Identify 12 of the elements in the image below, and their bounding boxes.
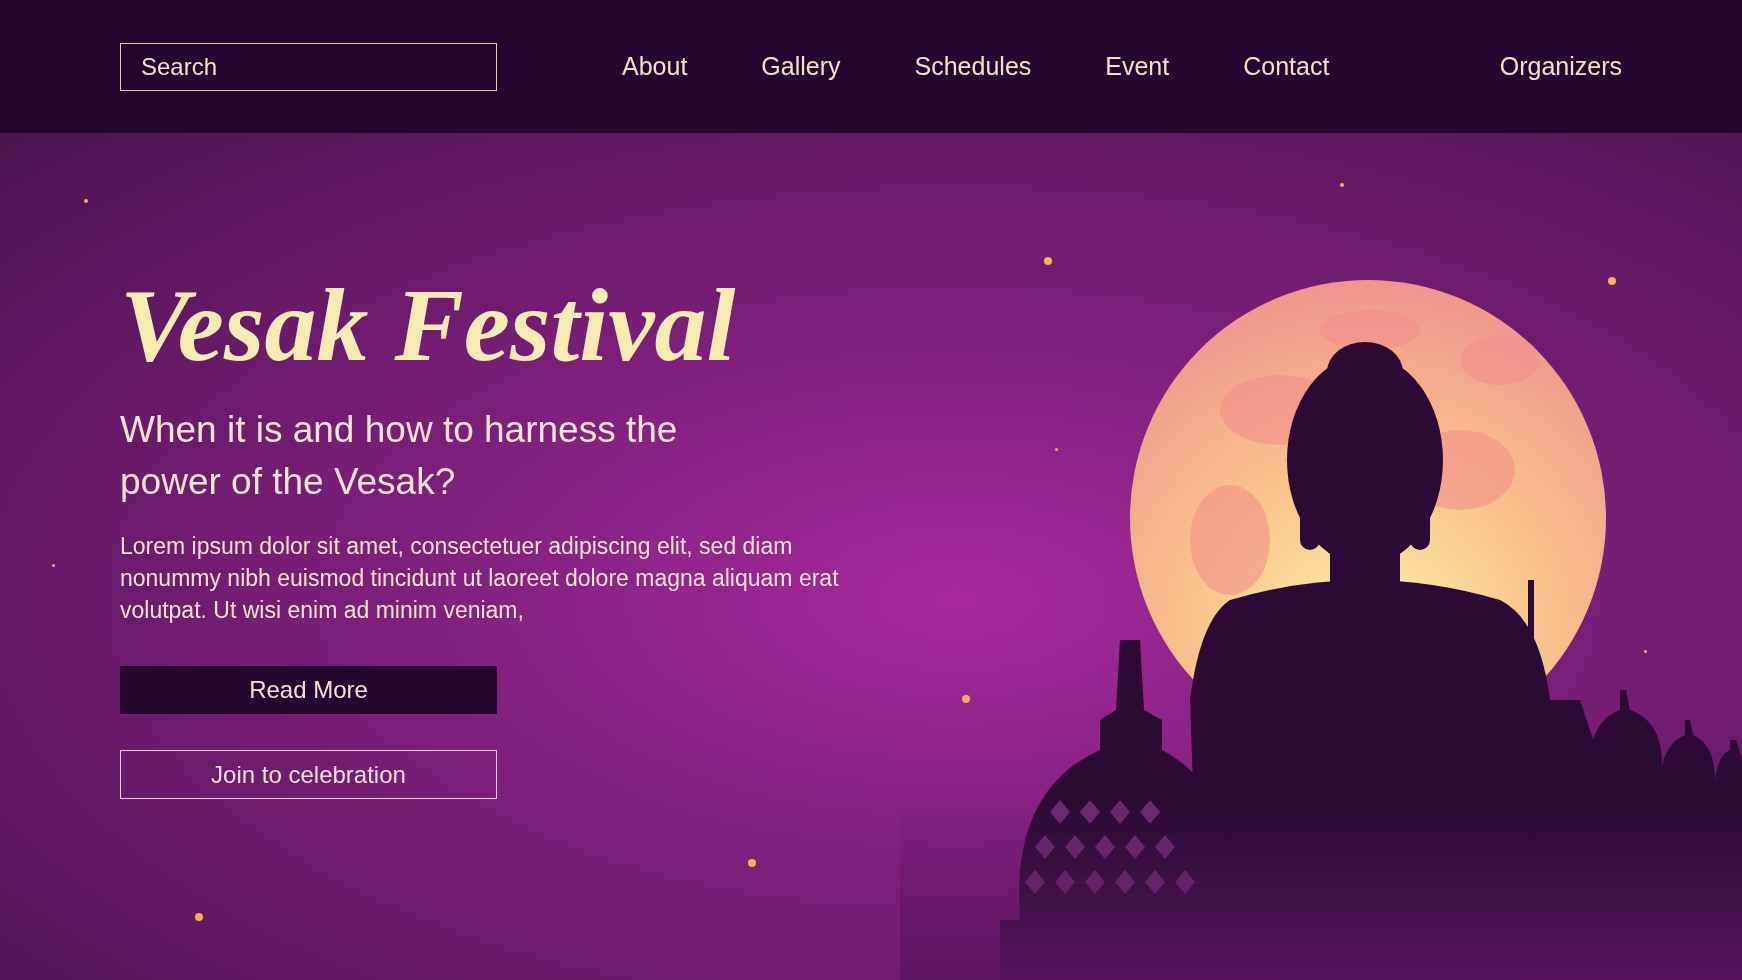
nav-link[interactable]: Gallery — [761, 47, 841, 86]
nav-link[interactable]: Event — [1105, 47, 1170, 86]
hero-paragraph: Lorem ipsum dolor sit amet, consectetuer adipiscing elit, sed diam nonummy nibh euismod tincidunt ut laoreet dolore magna aliquam erat volutpat. Ut wisi enim ad minim veniam, — [120, 532, 840, 626]
hero-title: Vesak Festival — [120, 268, 736, 383]
nav-link[interactable]: About — [622, 47, 688, 86]
nav-link[interactable]: Schedules — [914, 47, 1032, 86]
nav-link[interactable]: Contact — [1243, 47, 1330, 86]
nav-link[interactable]: Organizers — [1499, 47, 1622, 86]
hero-subtitle: When it is and how to harness the power of the Vesak? — [120, 408, 679, 505]
search-field[interactable]: Search — [120, 42, 497, 91]
join-button[interactable]: Join to celebration — [120, 750, 497, 800]
read-more-button[interactable]: Read More — [120, 666, 497, 715]
